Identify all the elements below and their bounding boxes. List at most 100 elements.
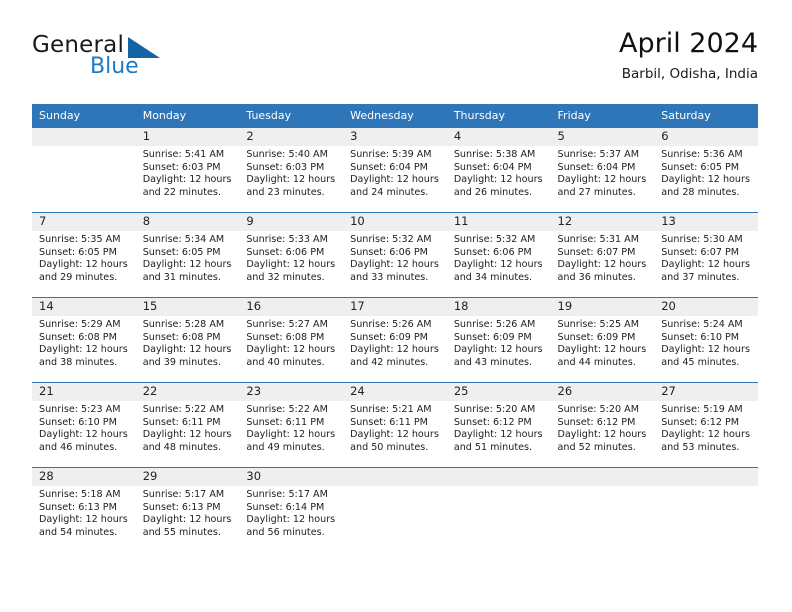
daylight-duration-line1: Daylight: 12 hours: [39, 514, 128, 526]
day-details: Sunrise: 5:26 AM Sunset: 6:09 PM Daylight:…: [447, 316, 551, 369]
weekday-header-tuesday: Tuesday: [239, 104, 344, 128]
daylight-duration-line1: Daylight: 12 hours: [246, 429, 336, 441]
daylight-duration-line1: Daylight: 12 hours: [350, 429, 439, 441]
sunrise-time: Sunrise: 5:26 AM: [453, 319, 536, 330]
calendar-week-row: 1 Sunrise: 5:41 AM Sunset: 6:03 PM Daylight…: [32, 128, 758, 213]
calendar-day-cell[interactable]: 9 Sunrise: 5:33 AM Sunset: 6:06 PM Daylight…: [239, 212, 344, 298]
title-block: April 2024 Barbil, Odisha, India: [619, 28, 758, 84]
sunrise-time: Sunrise: 5:37 AM: [557, 149, 639, 160]
daylight-duration-line2: and 53 minutes.: [661, 441, 740, 453]
day-number: 2: [239, 128, 344, 146]
calendar-week-row: 14 Sunrise: 5:29 AM Sunset: 6:08 PM Dayligh…: [32, 297, 758, 383]
calendar-grid: Sunday Monday Tuesday Wednesday Thursday…: [32, 104, 758, 552]
day-number: 11: [446, 213, 551, 231]
sunset-time: Sunset: 6:06 PM: [453, 246, 532, 258]
calendar-day-cell[interactable]: 30 Sunrise: 5:17 AM Sunset: 6:14 PM Dayligh…: [239, 467, 344, 552]
calendar-day-cell[interactable]: 23 Sunrise: 5:22 AM Sunset: 6:11 PM Dayligh…: [239, 382, 344, 468]
calendar-day-cell[interactable]: 17 Sunrise: 5:26 AM Sunset: 6:09 PM Dayligh…: [343, 297, 447, 383]
calendar-day-cell[interactable]: 18 Sunrise: 5:26 AM Sunset: 6:09 PM Dayligh…: [446, 297, 551, 383]
calendar-day-cell[interactable]: 20 Sunrise: 5:24 AM Sunset: 6:10 PM Dayligh…: [654, 297, 758, 383]
calendar-day-cell[interactable]: 28 Sunrise: 5:18 AM Sunset: 6:13 PM Dayligh…: [32, 467, 136, 552]
daylight-duration-line2: and 54 minutes.: [39, 526, 118, 538]
calendar-week-row: 7 Sunrise: 5:35 AM Sunset: 6:05 PM Daylight…: [32, 212, 758, 298]
daylight-duration-line2: and 32 minutes.: [246, 271, 325, 283]
sunset-time: Sunset: 6:09 PM: [453, 331, 532, 343]
daylight-duration-line1: Daylight: 12 hours: [557, 429, 647, 441]
daylight-duration-line1: Daylight: 12 hours: [39, 429, 128, 441]
day-details: Sunrise: 5:30 AM Sunset: 6:07 PM Daylight:…: [654, 231, 758, 284]
day-number: 1: [135, 128, 240, 146]
calendar-day-cell[interactable]: 21 Sunrise: 5:23 AM Sunset: 6:10 PM Dayligh…: [32, 382, 136, 468]
daylight-duration-line2: and 31 minutes.: [142, 271, 221, 283]
calendar-day-cell[interactable]: 16 Sunrise: 5:27 AM Sunset: 6:08 PM Dayligh…: [239, 297, 344, 383]
day-number: 4: [446, 128, 551, 146]
calendar-day-cell[interactable]: 11 Sunrise: 5:32 AM Sunset: 6:06 PM Dayligh…: [446, 212, 551, 298]
sunset-time: Sunset: 6:13 PM: [39, 501, 117, 513]
daylight-duration-line1: Daylight: 12 hours: [142, 344, 232, 356]
day-details: Sunrise: 5:40 AM Sunset: 6:03 PM Daylight:…: [239, 146, 343, 199]
sunset-time: Sunset: 6:07 PM: [557, 246, 636, 258]
day-number: 9: [239, 213, 344, 231]
calendar-day-cell[interactable]: 10 Sunrise: 5:32 AM Sunset: 6:06 PM Dayligh…: [343, 212, 447, 298]
sunrise-time: Sunrise: 5:36 AM: [661, 149, 743, 160]
sunset-time: Sunset: 6:12 PM: [453, 416, 532, 428]
sunset-time: Sunset: 6:14 PM: [246, 501, 325, 513]
calendar-day-cell[interactable]: 7 Sunrise: 5:35 AM Sunset: 6:05 PM Daylight…: [32, 212, 136, 298]
calendar-day-cell[interactable]: 13 Sunrise: 5:30 AM Sunset: 6:07 PM Dayligh…: [654, 212, 758, 298]
calendar-day-cell[interactable]: 12 Sunrise: 5:31 AM Sunset: 6:07 PM Dayligh…: [550, 212, 655, 298]
daylight-duration-line2: and 36 minutes.: [557, 271, 636, 283]
calendar-day-cell[interactable]: 26 Sunrise: 5:20 AM Sunset: 6:12 PM Dayligh…: [550, 382, 655, 468]
calendar-day-cell[interactable]: 4 Sunrise: 5:38 AM Sunset: 6:04 PM Daylight…: [446, 128, 551, 213]
calendar-day-cell[interactable]: 15 Sunrise: 5:28 AM Sunset: 6:08 PM Dayligh…: [135, 297, 240, 383]
sunrise-time: Sunrise: 5:17 AM: [246, 489, 328, 500]
day-details: Sunrise: 5:24 AM Sunset: 6:10 PM Daylight:…: [654, 316, 758, 369]
calendar-day-cell[interactable]: 3 Sunrise: 5:39 AM Sunset: 6:04 PM Daylight…: [343, 128, 447, 213]
calendar-day-cell[interactable]: 8 Sunrise: 5:34 AM Sunset: 6:05 PM Daylight…: [135, 212, 240, 298]
day-details: Sunrise: 5:33 AM Sunset: 6:06 PM Daylight:…: [239, 231, 343, 284]
daylight-duration-line2: and 52 minutes.: [557, 441, 636, 453]
calendar-day-cell[interactable]: 27 Sunrise: 5:19 AM Sunset: 6:12 PM Dayligh…: [654, 382, 758, 468]
daylight-duration-line2: and 26 minutes.: [453, 186, 533, 198]
sunset-time: Sunset: 6:07 PM: [661, 246, 740, 258]
brand-logo[interactable]: General Blue: [32, 32, 262, 90]
weekday-header-saturday: Saturday: [654, 104, 758, 128]
day-details: Sunrise: 5:21 AM Sunset: 6:11 PM Daylight:…: [343, 401, 447, 454]
day-details: Sunrise: 5:38 AM Sunset: 6:04 PM Daylight:…: [447, 146, 551, 199]
sunrise-time: Sunrise: 5:27 AM: [246, 319, 328, 330]
sunset-time: Sunset: 6:08 PM: [142, 331, 221, 343]
day-number: 20: [654, 298, 758, 316]
daylight-duration-line2: and 37 minutes.: [661, 271, 740, 283]
calendar-day-cell[interactable]: 29 Sunrise: 5:17 AM Sunset: 6:13 PM Dayligh…: [135, 467, 240, 552]
calendar-day-cell[interactable]: 2 Sunrise: 5:40 AM Sunset: 6:03 PM Daylight…: [239, 128, 344, 213]
sunrise-time: Sunrise: 5:30 AM: [661, 234, 743, 245]
calendar-empty-cell: [446, 467, 551, 552]
daylight-duration-line1: Daylight: 12 hours: [246, 174, 336, 186]
calendar-day-cell[interactable]: 1 Sunrise: 5:41 AM Sunset: 6:03 PM Daylight…: [135, 128, 240, 213]
calendar-day-cell[interactable]: 5 Sunrise: 5:37 AM Sunset: 6:04 PM Daylight…: [550, 128, 655, 213]
calendar-day-cell[interactable]: 19 Sunrise: 5:25 AM Sunset: 6:09 PM Dayligh…: [550, 297, 655, 383]
day-details: Sunrise: 5:22 AM Sunset: 6:11 PM Daylight:…: [239, 401, 343, 454]
sunrise-time: Sunrise: 5:28 AM: [142, 319, 225, 330]
sunrise-time: Sunrise: 5:32 AM: [453, 234, 536, 245]
weekday-header-friday: Friday: [550, 104, 655, 128]
calendar-day-cell[interactable]: 14 Sunrise: 5:29 AM Sunset: 6:08 PM Dayligh…: [32, 297, 136, 383]
sunset-time: Sunset: 6:12 PM: [661, 416, 740, 428]
sunrise-time: Sunrise: 5:38 AM: [453, 149, 536, 160]
sunrise-time: Sunrise: 5:22 AM: [142, 404, 225, 415]
calendar-day-cell[interactable]: 6 Sunrise: 5:36 AM Sunset: 6:05 PM Daylight…: [654, 128, 758, 213]
calendar-day-cell[interactable]: 25 Sunrise: 5:20 AM Sunset: 6:12 PM Dayligh…: [446, 382, 551, 468]
calendar-empty-cell: [550, 467, 655, 552]
calendar-day-cell[interactable]: 24 Sunrise: 5:21 AM Sunset: 6:11 PM Dayligh…: [343, 382, 447, 468]
brand-name-blue: Blue: [90, 54, 139, 79]
day-details: Sunrise: 5:18 AM Sunset: 6:13 PM Daylight:…: [32, 486, 136, 539]
sunset-time: Sunset: 6:03 PM: [246, 161, 325, 173]
daylight-duration-line1: Daylight: 12 hours: [246, 344, 336, 356]
daylight-duration-line2: and 40 minutes.: [246, 356, 325, 368]
calendar-week-row: 21 Sunrise: 5:23 AM Sunset: 6:10 PM Dayligh…: [32, 382, 758, 468]
sunset-time: Sunset: 6:05 PM: [142, 246, 221, 258]
day-details: Sunrise: 5:41 AM Sunset: 6:03 PM Daylight:…: [136, 146, 240, 199]
sunrise-time: Sunrise: 5:19 AM: [661, 404, 743, 415]
daylight-duration-line1: Daylight: 12 hours: [557, 344, 647, 356]
calendar-day-cell[interactable]: 22 Sunrise: 5:22 AM Sunset: 6:11 PM Dayligh…: [135, 382, 240, 468]
daylight-duration-line1: Daylight: 12 hours: [246, 514, 336, 526]
